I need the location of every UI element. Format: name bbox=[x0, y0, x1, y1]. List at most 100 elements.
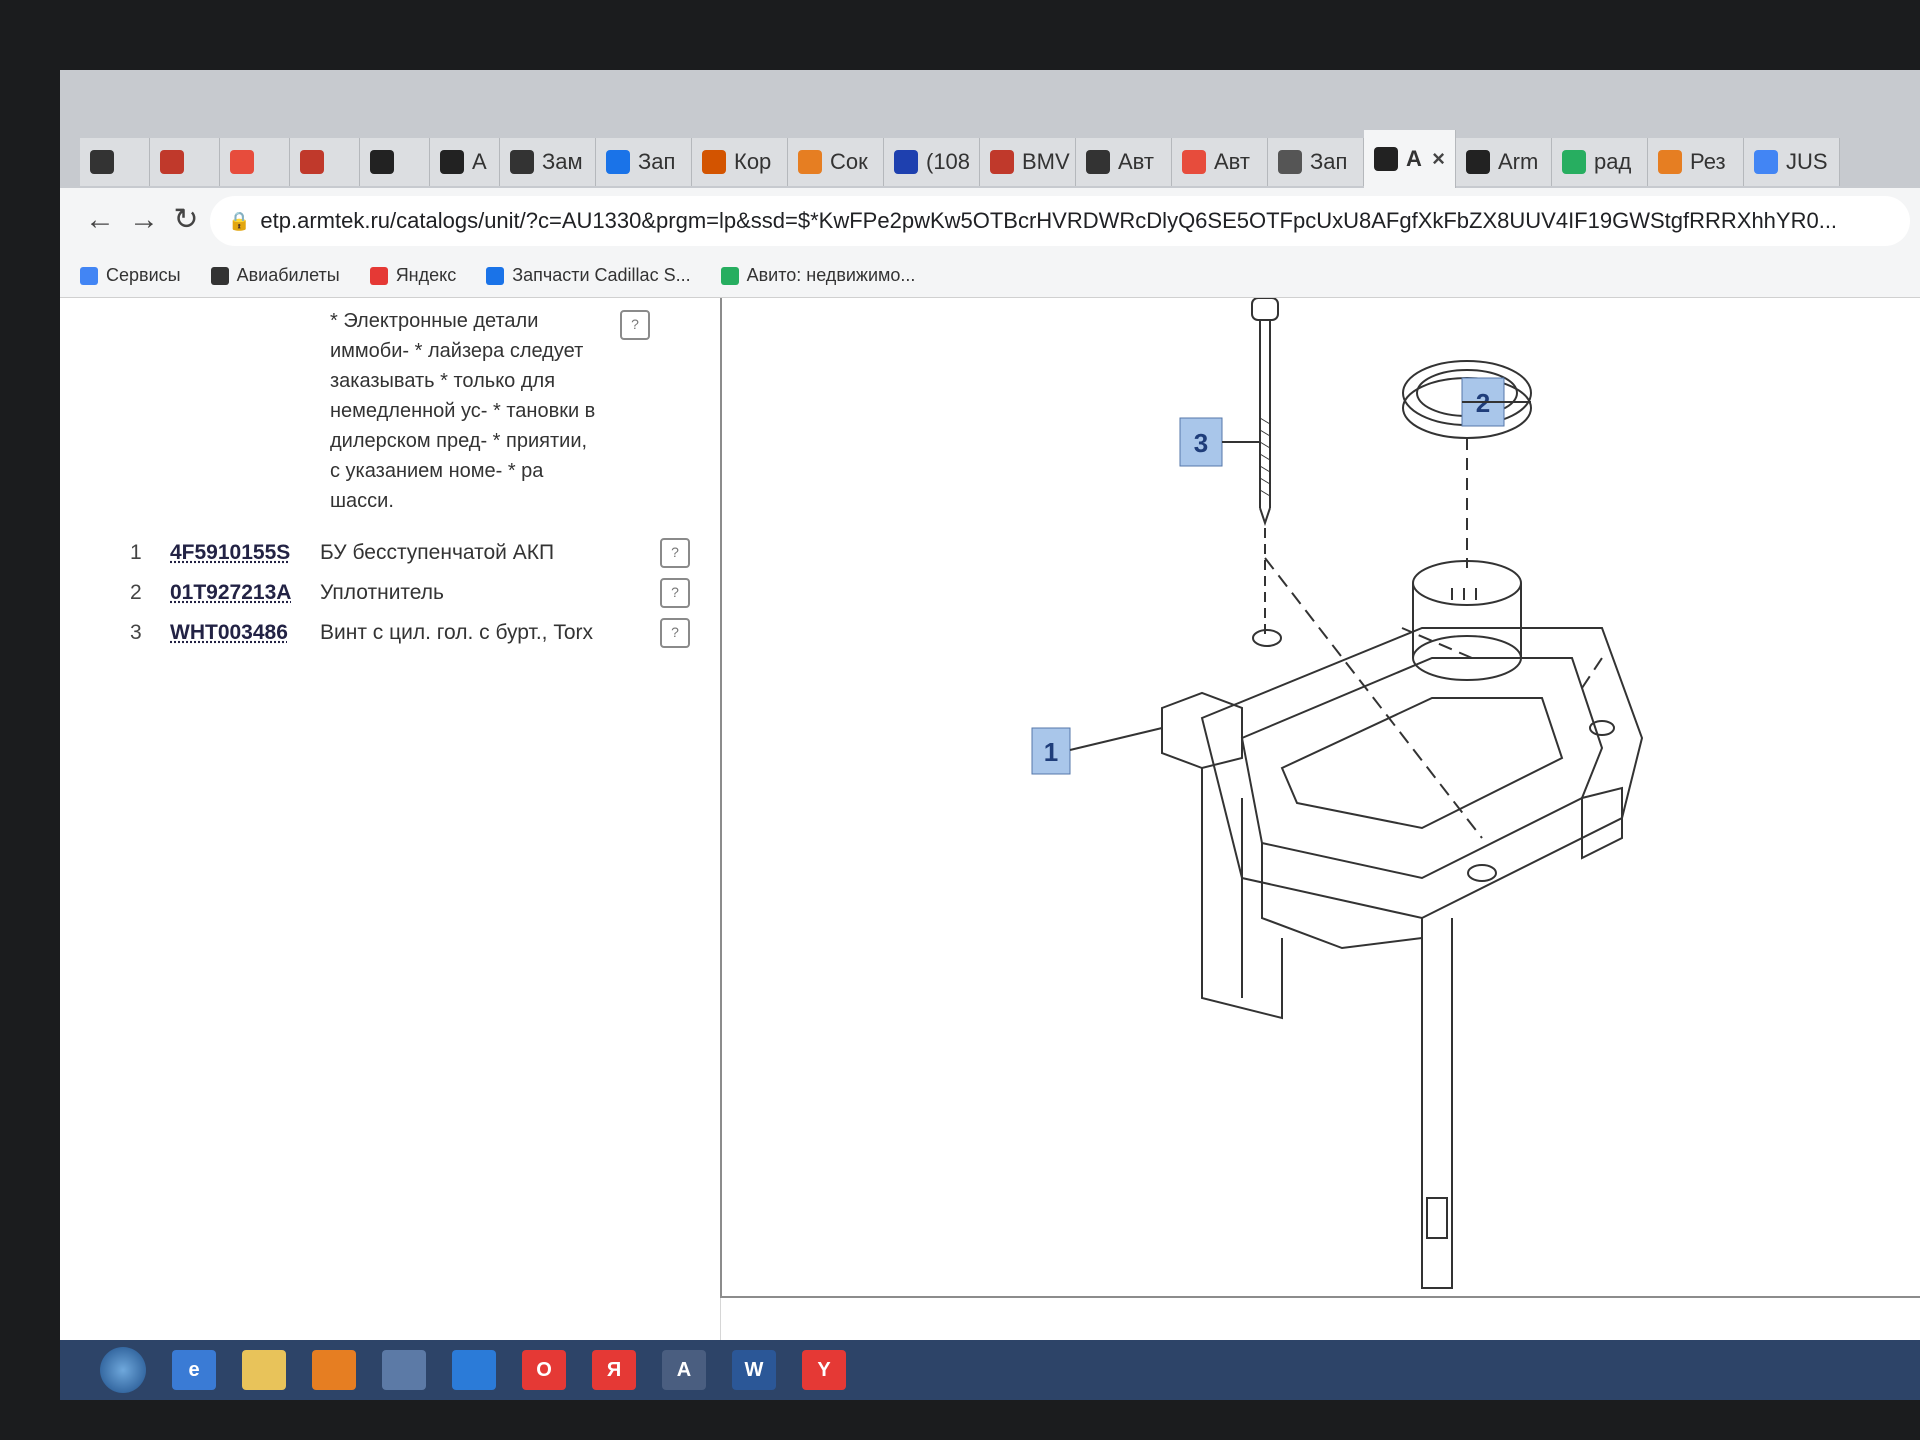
part-number: 2 bbox=[130, 581, 142, 604]
bookmark-label: Яндекс bbox=[395, 265, 457, 285]
tab-label: Рез bbox=[1690, 149, 1726, 174]
bookmarks-bar: Сервисы Авиабилеты Яндекс Запчасти Cadillac… bbox=[60, 254, 1920, 298]
tab-label: Сок bbox=[830, 149, 868, 174]
monitor-screen: A Зам Зап Кор Сок (108 BMV Авт Авт Зап A × Arm рад Рез… bbox=[60, 70, 1920, 1400]
part-name: БУ бесступенчатой АКП bbox=[320, 541, 555, 564]
browser-toolbar: ← → ↻ 🔒 etp.armtek.ru/catalogs/unit/?c=A… bbox=[60, 188, 1920, 255]
tab-label: Авт bbox=[1118, 149, 1154, 174]
browser-tab[interactable]: JUS bbox=[1744, 138, 1840, 186]
tab-label: JUS bbox=[1786, 149, 1828, 174]
tab-label: Arm bbox=[1498, 149, 1539, 174]
tab-favicon-icon bbox=[990, 150, 1014, 174]
tab-label: (108 bbox=[926, 149, 971, 174]
tab-favicon-icon bbox=[1466, 150, 1490, 174]
tab-favicon-icon bbox=[160, 150, 184, 174]
part-name: Винт с цил. гол. с бурт., Torx bbox=[320, 621, 593, 644]
tab-label: A bbox=[472, 149, 487, 174]
browser-tab[interactable] bbox=[150, 138, 220, 186]
address-bar[interactable]: 🔒 etp.armtek.ru/catalogs/unit/?c=AU1330&… bbox=[210, 196, 1910, 246]
part-number: 1 bbox=[130, 541, 142, 564]
address-url: etp.armtek.ru/catalogs/unit/?c=AU1330&pr… bbox=[260, 208, 1838, 233]
tab-label: Зап bbox=[638, 149, 676, 174]
page-content: * Электронные детали иммоби- * лайзера с… bbox=[60, 297, 1920, 1348]
autocad-icon[interactable]: A bbox=[662, 1350, 706, 1390]
browser-tab[interactable]: Сок bbox=[788, 138, 884, 186]
yandex-browser-icon[interactable]: Y bbox=[802, 1350, 846, 1390]
browser-tab[interactable]: A × bbox=[1364, 130, 1456, 188]
tab-favicon-icon bbox=[1754, 150, 1778, 174]
tab-favicon-icon bbox=[1562, 150, 1586, 174]
back-button[interactable]: ← bbox=[80, 200, 120, 240]
bookmark-icon bbox=[80, 266, 98, 285]
part-row: 2 01T927213A Уплотнитель? bbox=[130, 573, 690, 613]
forward-button[interactable]: → bbox=[124, 200, 164, 240]
browser-tab[interactable]: Зам bbox=[500, 138, 596, 186]
tab-favicon-icon bbox=[230, 150, 254, 174]
tab-favicon-icon bbox=[510, 150, 534, 174]
yandex-icon[interactable]: Я bbox=[592, 1350, 636, 1390]
explorer-icon[interactable] bbox=[242, 1350, 286, 1390]
tab-favicon-icon bbox=[606, 150, 630, 174]
comment-icon[interactable]: ? bbox=[620, 310, 650, 340]
browser-tab[interactable] bbox=[80, 138, 150, 186]
opera-icon[interactable]: O bbox=[522, 1350, 566, 1390]
bookmark-label: Авито: недвижимо... bbox=[746, 265, 916, 285]
tab-favicon-icon bbox=[440, 150, 464, 174]
word-icon[interactable]: W bbox=[732, 1350, 776, 1390]
browser-tab[interactable] bbox=[290, 138, 360, 186]
part-code-link[interactable]: 01T927213A bbox=[170, 581, 320, 605]
tab-favicon-icon bbox=[798, 150, 822, 174]
browser-tab[interactable]: (108 bbox=[884, 138, 980, 186]
diagram-drawing: 3 2 1 bbox=[1031, 297, 1644, 1289]
tab-label: Кор bbox=[734, 149, 772, 174]
tab-favicon-icon bbox=[702, 150, 726, 174]
bookmark-label: Запчасти Cadillac S... bbox=[512, 265, 691, 285]
parts-note: * Электронные детали иммоби- * лайзера с… bbox=[330, 310, 596, 512]
browser-tab[interactable]: Авт bbox=[1076, 138, 1172, 186]
tab-favicon-icon bbox=[300, 150, 324, 174]
bookmark-item[interactable]: Сервисы bbox=[80, 265, 181, 286]
bookmark-item[interactable]: Яндекс bbox=[369, 265, 457, 286]
browser-tab[interactable] bbox=[220, 138, 290, 186]
bookmark-label: Сервисы bbox=[106, 265, 181, 285]
tab-favicon-icon bbox=[1182, 150, 1206, 174]
comment-icon[interactable]: ? bbox=[660, 578, 690, 608]
tab-favicon-icon bbox=[90, 150, 114, 174]
tab-favicon-icon bbox=[1278, 150, 1302, 174]
part-number: 3 bbox=[130, 621, 142, 644]
bookmark-icon bbox=[369, 266, 388, 285]
part-code-link[interactable]: 4F5910155S bbox=[170, 541, 320, 565]
bookmark-label: Авиабилеты bbox=[236, 265, 340, 285]
media-icon[interactable] bbox=[312, 1350, 356, 1390]
browser-tab[interactable]: Рез bbox=[1648, 138, 1744, 186]
reload-button[interactable]: ↻ bbox=[166, 200, 206, 240]
comment-icon[interactable]: ? bbox=[660, 618, 690, 648]
comment-icon[interactable]: ? bbox=[660, 538, 690, 568]
windows-taskbar: e OЯAWY bbox=[60, 1340, 1920, 1400]
browser-tab[interactable]: Зап bbox=[596, 138, 692, 186]
bookmark-item[interactable]: Запчасти Cadillac S... bbox=[486, 265, 691, 286]
tab-label: A bbox=[1406, 146, 1422, 171]
browser-tab[interactable] bbox=[360, 138, 430, 186]
tab-favicon-icon bbox=[1086, 150, 1110, 174]
parts-list-panel: * Электронные детали иммоби- * лайзера с… bbox=[60, 298, 721, 1348]
bookmark-item[interactable]: Авито: недвижимо... bbox=[720, 265, 916, 286]
browser-tab[interactable]: A bbox=[430, 138, 500, 186]
browser-tab[interactable]: Зап bbox=[1268, 138, 1364, 186]
tab-favicon-icon bbox=[894, 150, 918, 174]
browser-tab[interactable]: Кор bbox=[692, 138, 788, 186]
bookmark-icon bbox=[720, 266, 739, 285]
tab-strip: A Зам Зап Кор Сок (108 BMV Авт Авт Зап A × Arm рад Рез… bbox=[60, 70, 1920, 200]
browser-tab[interactable]: BMV bbox=[980, 138, 1076, 186]
browser-tab[interactable]: рад bbox=[1552, 138, 1648, 186]
ie-icon[interactable]: e bbox=[172, 1350, 216, 1390]
close-tab-icon[interactable]: × bbox=[1432, 146, 1445, 172]
start-button[interactable] bbox=[100, 1347, 146, 1393]
bookmark-item[interactable]: Авиабилеты bbox=[210, 265, 340, 286]
chrome-icon[interactable] bbox=[382, 1350, 426, 1390]
tab-label: рад bbox=[1594, 149, 1632, 174]
browser-tab[interactable]: Авт bbox=[1172, 138, 1268, 186]
browser-tab[interactable]: Arm bbox=[1456, 138, 1552, 186]
app-icon[interactable] bbox=[452, 1350, 496, 1390]
part-code-link[interactable]: WHT003486 bbox=[170, 621, 320, 645]
